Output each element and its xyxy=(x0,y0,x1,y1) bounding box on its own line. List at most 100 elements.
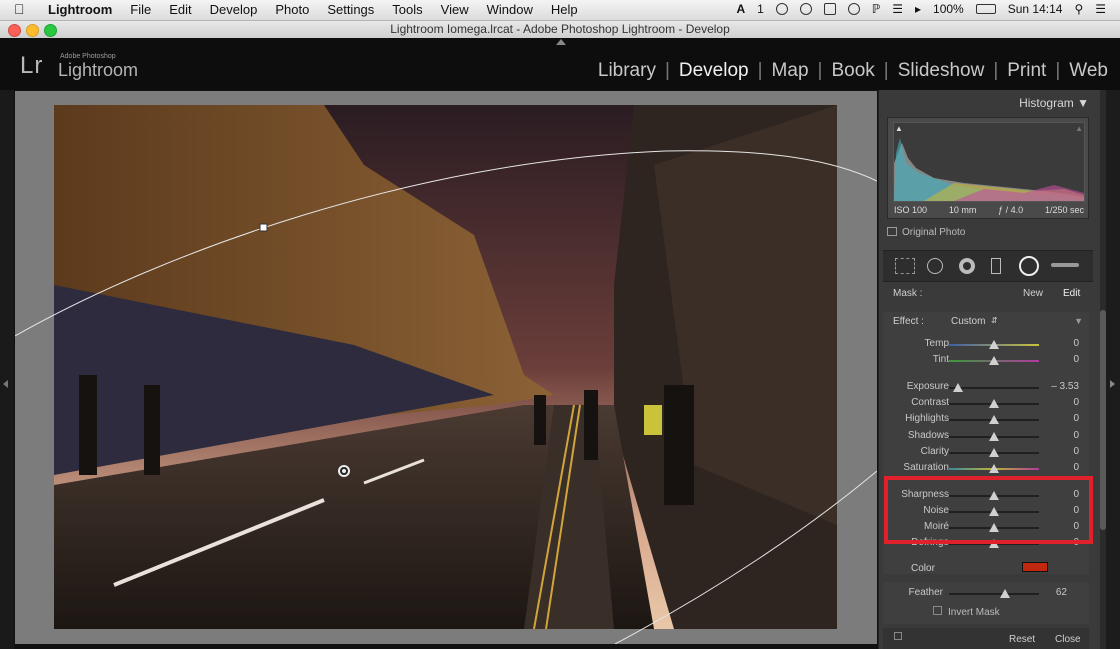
highlights-value[interactable]: 0 xyxy=(1073,413,1079,424)
histogram-header[interactable]: Histogram ▼ xyxy=(1019,96,1089,110)
feather-knob[interactable] xyxy=(999,589,1010,598)
battery-icon[interactable] xyxy=(975,4,996,14)
module-web[interactable]: Web xyxy=(1069,60,1108,82)
shadows-slider[interactable]: Shadows 0 xyxy=(883,430,1089,444)
color-swatch[interactable] xyxy=(1022,562,1048,572)
panel-scrollbar-thumb[interactable] xyxy=(1100,310,1106,530)
reset-button[interactable]: Reset xyxy=(1009,634,1035,645)
collapse-right-icon[interactable] xyxy=(1110,380,1115,388)
menu-app[interactable]: Lightroom xyxy=(48,2,112,17)
module-develop[interactable]: Develop xyxy=(679,60,749,82)
module-book[interactable]: Book xyxy=(831,60,874,82)
eye-icon[interactable] xyxy=(799,3,812,15)
tint-value[interactable]: 0 xyxy=(1073,354,1079,365)
histogram[interactable]: ▲ ▲ ISO 100 10 mm ƒ / 4.0 1/250 sec xyxy=(887,117,1089,219)
saturation-value[interactable]: 0 xyxy=(1073,462,1079,473)
highlight-clipping-icon[interactable]: ▲ xyxy=(1075,124,1083,133)
left-panel-toggle[interactable] xyxy=(0,90,14,649)
effect-dropdown-icon[interactable]: ⇵ xyxy=(991,316,998,325)
menu-file[interactable]: File xyxy=(130,2,151,17)
minimize-window-button[interactable] xyxy=(26,24,39,37)
clarity-slider[interactable]: Clarity 0 xyxy=(883,446,1089,460)
close-window-button[interactable] xyxy=(8,24,21,37)
invert-mask-toggle[interactable]: Invert Mask xyxy=(933,606,1000,618)
volume-icon[interactable]: ▸ xyxy=(915,2,921,16)
adobe-icon[interactable]: A xyxy=(736,2,745,16)
temp-knob[interactable] xyxy=(989,340,999,349)
menu-tools[interactable]: Tools xyxy=(392,2,422,17)
feather-value[interactable]: 62 xyxy=(1056,587,1067,598)
clock[interactable]: Sun 14:14 xyxy=(1008,2,1063,16)
saturation-knob[interactable] xyxy=(989,464,999,473)
effect-label: Effect : xyxy=(893,316,924,327)
wifi-icon[interactable]: ☰ xyxy=(892,2,903,16)
saturation-slider[interactable]: Saturation 0 xyxy=(883,462,1089,476)
evernote-icon[interactable] xyxy=(823,3,836,15)
invert-mask-label: Invert Mask xyxy=(948,607,1000,618)
panel-switch-icon[interactable] xyxy=(894,632,902,640)
menu-help[interactable]: Help xyxy=(551,2,578,17)
tint-knob[interactable] xyxy=(989,356,999,365)
logo-product-name: Lightroom xyxy=(58,60,139,80)
menu-photo[interactable]: Photo xyxy=(275,2,309,17)
mask-edit-button[interactable]: Edit xyxy=(1063,288,1080,299)
sync-icon[interactable] xyxy=(775,3,788,15)
module-map[interactable]: Map xyxy=(772,60,809,82)
menu-window[interactable]: Window xyxy=(487,2,533,17)
exposure-slider[interactable]: Exposure – 3.53 xyxy=(883,381,1089,395)
image-workspace[interactable] xyxy=(15,91,877,644)
contrast-knob[interactable] xyxy=(989,399,999,408)
photo-preview[interactable] xyxy=(54,105,837,629)
zoom-window-button[interactable] xyxy=(44,24,57,37)
search-icon[interactable]: ⚲ xyxy=(1074,2,1083,16)
panel-footer: Reset Close xyxy=(883,628,1089,649)
highlights-knob[interactable] xyxy=(989,415,999,424)
adjustment-brush-icon[interactable] xyxy=(1051,263,1079,267)
original-photo-toggle[interactable]: Original Photo xyxy=(887,227,965,238)
graduated-filter-icon[interactable] xyxy=(991,258,1001,274)
contrast-slider[interactable]: Contrast 0 xyxy=(883,397,1089,411)
list-icon[interactable]: ☰ xyxy=(1095,2,1106,16)
exposure-knob[interactable] xyxy=(953,383,963,392)
radial-filter-pin[interactable] xyxy=(338,465,350,477)
clarity-knob[interactable] xyxy=(989,448,999,457)
menu-develop[interactable]: Develop xyxy=(210,2,258,17)
menu-edit[interactable]: Edit xyxy=(169,2,191,17)
feather-slider[interactable]: Feather 62 xyxy=(883,587,1089,601)
close-button[interactable]: Close xyxy=(1055,634,1081,645)
shadow-clipping-icon[interactable]: ▲ xyxy=(895,124,903,133)
module-slideshow[interactable]: Slideshow xyxy=(898,60,985,82)
collapse-top-panel-icon[interactable] xyxy=(556,39,566,45)
collapse-effect-icon[interactable]: ▼ xyxy=(1074,316,1083,326)
collapse-triangle-icon[interactable]: ▼ xyxy=(1077,96,1089,110)
shadows-value[interactable]: 0 xyxy=(1073,430,1079,441)
tint-slider[interactable]: Tint 0 xyxy=(883,354,1089,368)
spot-removal-icon[interactable] xyxy=(927,258,943,274)
exposure-value[interactable]: – 3.53 xyxy=(1051,381,1079,392)
invert-mask-checkbox[interactable] xyxy=(933,606,942,615)
mask-new-button[interactable]: New xyxy=(1023,288,1043,299)
crop-overlay-icon[interactable] xyxy=(895,258,915,274)
original-photo-checkbox[interactable] xyxy=(887,227,897,236)
temp-label: Temp xyxy=(924,338,949,349)
time-machine-icon[interactable] xyxy=(847,3,860,15)
bluetooth-icon[interactable]: ℙ xyxy=(872,2,880,16)
adobe-count: 1 xyxy=(757,2,764,16)
temp-value[interactable]: 0 xyxy=(1073,338,1079,349)
shadows-knob[interactable] xyxy=(989,432,999,441)
apple-icon[interactable]:  xyxy=(14,1,25,17)
highlights-slider[interactable]: Highlights 0 xyxy=(883,413,1089,427)
highlight-box xyxy=(884,476,1093,544)
clarity-value[interactable]: 0 xyxy=(1073,446,1079,457)
temp-slider[interactable]: Temp 0 xyxy=(883,338,1089,352)
expand-left-icon[interactable] xyxy=(3,380,8,388)
effect-preset-dropdown[interactable]: Custom xyxy=(951,316,985,327)
module-library[interactable]: Library xyxy=(598,60,656,82)
red-eye-icon[interactable] xyxy=(959,258,975,274)
module-print[interactable]: Print xyxy=(1007,60,1046,82)
radial-filter-icon[interactable] xyxy=(1019,256,1039,276)
menu-view[interactable]: View xyxy=(441,2,469,17)
menu-settings[interactable]: Settings xyxy=(327,2,374,17)
contrast-value[interactable]: 0 xyxy=(1073,397,1079,408)
feather-track[interactable] xyxy=(949,593,1039,595)
